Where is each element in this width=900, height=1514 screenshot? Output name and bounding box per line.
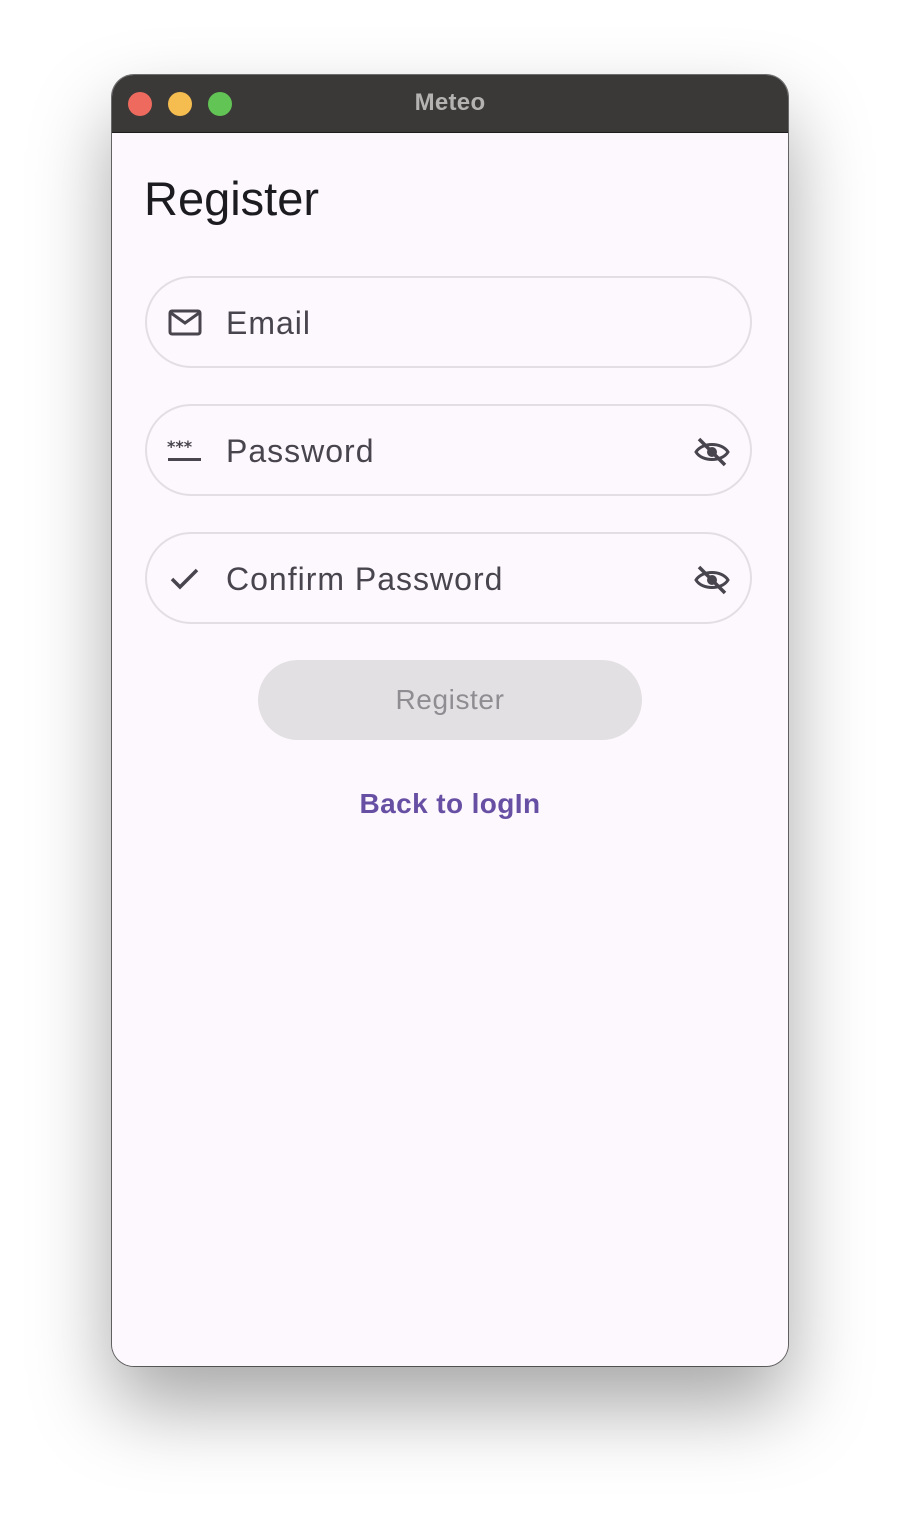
title-bar[interactable]: Meteo [112,75,788,133]
check-icon [167,564,203,594]
password-field[interactable]: *** Password [145,404,752,496]
register-button[interactable]: Register [258,660,642,740]
register-screen: Register Email *** Password Confirm Pass… [112,133,788,1366]
app-window: Meteo Register Email *** Password Confir… [112,75,788,1366]
window-title: Meteo [414,89,486,116]
email-field[interactable]: Email [145,276,752,368]
confirm-password-field[interactable]: Confirm Password [145,532,752,624]
back-to-login-link[interactable]: Back to logIn [112,788,788,820]
confirm-password-label: Confirm Password [226,561,504,597]
mail-icon [167,308,203,338]
visibility-off-icon[interactable] [694,436,730,468]
email-label: Email [226,305,312,341]
svg-text:***: *** [167,437,193,456]
page-title: Register [144,172,320,225]
visibility-off-icon[interactable] [694,564,730,596]
password-icon: *** [167,436,203,466]
password-label: Password [226,433,375,469]
